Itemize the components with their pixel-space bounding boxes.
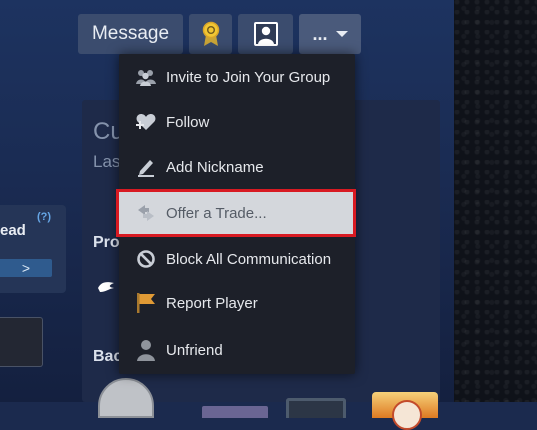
menu-item-offer-trade[interactable]: Offer a Trade... bbox=[116, 189, 356, 237]
person-icon bbox=[135, 339, 157, 361]
more-options-label: ... bbox=[312, 23, 328, 44]
left-panel-label: ead bbox=[0, 222, 26, 239]
menu-item-label: Invite to Join Your Group bbox=[166, 68, 331, 86]
flag-icon bbox=[135, 292, 157, 314]
profile-panel-subtitle: Las bbox=[93, 152, 121, 171]
profile-action-bar: Message ... bbox=[78, 14, 361, 54]
menu-item-label: Offer a Trade... bbox=[166, 204, 267, 222]
group-icon bbox=[135, 66, 157, 88]
menu-item-label: Add Nickname bbox=[166, 158, 264, 176]
badge-orange[interactable] bbox=[372, 392, 438, 430]
message-button[interactable]: Message bbox=[78, 14, 183, 54]
menu-item-label: Block All Communication bbox=[166, 250, 332, 268]
right-background-strip bbox=[454, 0, 537, 402]
menu-item-block-communication[interactable]: Block All Communication bbox=[119, 237, 355, 281]
award-icon bbox=[202, 21, 219, 46]
menu-item-report-player[interactable]: Report Player bbox=[119, 281, 355, 325]
menu-item-label: Follow bbox=[166, 113, 210, 131]
heart-plus-icon bbox=[135, 111, 157, 133]
menu-item-follow[interactable]: Follow bbox=[119, 100, 355, 144]
menu-item-label: Report Player bbox=[166, 294, 258, 312]
more-options-menu: Invite to Join Your Group Follow Add Nic… bbox=[116, 54, 356, 374]
wing-icon bbox=[98, 282, 114, 292]
menu-item-label: Unfriend bbox=[166, 341, 223, 359]
block-icon bbox=[135, 248, 157, 270]
badge-dark[interactable] bbox=[286, 398, 346, 418]
help-link[interactable]: (?) bbox=[37, 211, 51, 223]
section-heading-bac: Bac bbox=[93, 348, 123, 365]
badge-coin[interactable] bbox=[98, 378, 154, 418]
trade-icon bbox=[135, 202, 157, 224]
award-button[interactable] bbox=[189, 14, 232, 54]
left-panel bbox=[0, 205, 66, 293]
next-arrow-button[interactable]: > bbox=[0, 259, 52, 277]
more-options-button[interactable]: ... bbox=[299, 14, 361, 54]
chevron-down-icon bbox=[335, 31, 348, 37]
left-input-box[interactable] bbox=[0, 317, 43, 367]
profile-card-icon bbox=[253, 22, 278, 46]
profile-button[interactable] bbox=[238, 14, 293, 54]
badge-purple[interactable] bbox=[202, 406, 268, 418]
menu-item-unfriend[interactable]: Unfriend bbox=[119, 328, 355, 372]
menu-item-invite-to-group[interactable]: Invite to Join Your Group bbox=[119, 55, 355, 99]
menu-item-add-nickname[interactable]: Add Nickname bbox=[119, 145, 355, 189]
badge-row bbox=[98, 378, 438, 430]
pencil-icon bbox=[135, 156, 157, 178]
